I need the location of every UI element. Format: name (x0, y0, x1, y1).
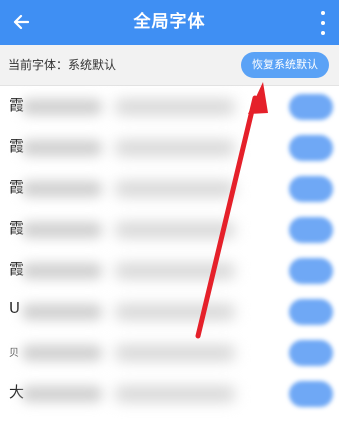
blurred-font-info (115, 222, 235, 238)
font-preview-glyph: 霞 (9, 260, 25, 278)
blurred-font-info (115, 181, 235, 197)
apply-font-button[interactable] (289, 381, 333, 407)
blurred-font-info (115, 345, 235, 361)
font-preview-glyph: 霞 (9, 137, 25, 155)
more-vertical-icon[interactable] (317, 11, 329, 35)
current-font-label: 当前字体：系统默认 (8, 58, 117, 72)
blurred-font-name (22, 304, 102, 320)
blurred-font-name (22, 181, 102, 197)
blurred-font-info (115, 263, 235, 279)
current-font-bar: 当前字体：系统默认 恢复系统默认 (0, 45, 339, 86)
blurred-font-info (115, 386, 235, 402)
page-title: 全局字体 (133, 12, 206, 32)
font-preview-glyph: 霞 (9, 219, 25, 237)
apply-font-button[interactable] (289, 176, 333, 202)
font-preview-glyph: 贝 (9, 348, 19, 359)
blurred-font-info (115, 304, 235, 320)
font-list-item[interactable]: 霞 (0, 209, 339, 250)
font-preview-glyph: 霞 (9, 96, 25, 114)
apply-font-button[interactable] (289, 135, 333, 161)
apply-font-button[interactable] (289, 258, 333, 284)
font-list: 霞 霞 霞 霞 霞 U 贝 大 (0, 86, 339, 414)
apply-font-button[interactable] (289, 94, 333, 120)
restore-default-button[interactable]: 恢复系统默认 (241, 52, 329, 78)
font-list-item[interactable]: 霞 (0, 168, 339, 209)
font-preview-glyph: 大 (9, 383, 25, 401)
blurred-font-name (22, 263, 102, 279)
blurred-font-name (22, 140, 102, 156)
apply-font-button[interactable] (289, 340, 333, 366)
font-list-item[interactable]: 霞 (0, 127, 339, 168)
font-list-item[interactable]: 大 (0, 373, 339, 414)
font-list-item[interactable]: U (0, 291, 339, 332)
blurred-font-name (22, 386, 102, 402)
apply-font-button[interactable] (289, 217, 333, 243)
font-list-item[interactable]: 霞 (0, 86, 339, 127)
blurred-font-name (22, 99, 102, 115)
font-list-item[interactable]: 霞 (0, 250, 339, 291)
app-header: 全局字体 (0, 0, 339, 45)
font-list-item[interactable]: 贝 (0, 332, 339, 373)
font-preview-glyph: U (9, 299, 20, 317)
blurred-font-info (115, 99, 235, 115)
blurred-font-name (22, 222, 102, 238)
blurred-font-name (22, 345, 102, 361)
font-preview-glyph: 霞 (9, 178, 25, 196)
apply-font-button[interactable] (289, 299, 333, 325)
blurred-font-info (115, 140, 235, 156)
